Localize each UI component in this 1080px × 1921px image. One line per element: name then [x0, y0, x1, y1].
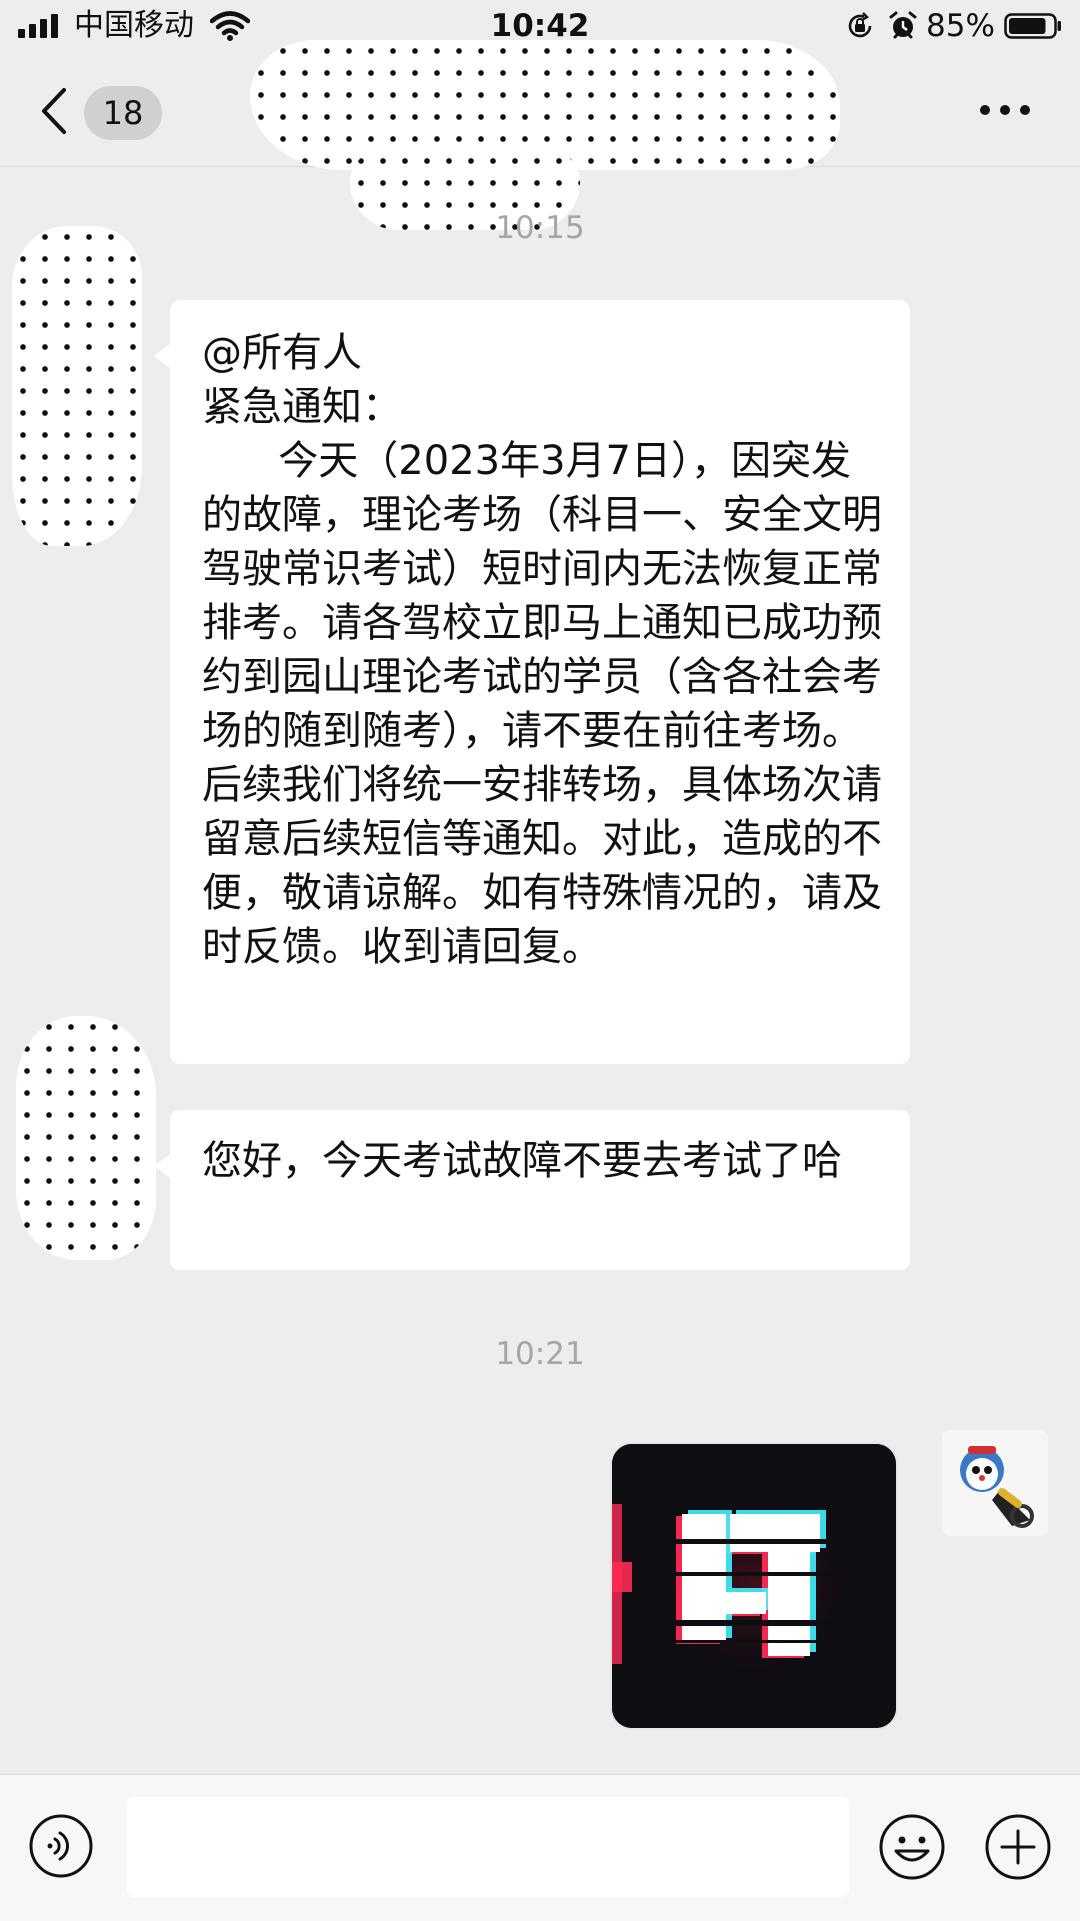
glitch-sticker-image — [612, 1444, 896, 1728]
emoji-icon[interactable] — [878, 1813, 946, 1881]
message-bubble[interactable]: @所有人 紧急通知： 今天（2023年3月7日），因突发的故障，理论考场（科目一… — [154, 300, 910, 1064]
message-timestamp: 10:21 — [495, 1336, 585, 1372]
image-message[interactable] — [610, 1442, 898, 1730]
more-dots-icon[interactable] — [980, 102, 1032, 118]
battery-percent: 85% — [926, 8, 995, 44]
message-timestamp: 10:15 — [495, 210, 585, 246]
plus-icon[interactable] — [984, 1813, 1052, 1881]
unread-count-badge[interactable]: 18 — [84, 86, 162, 140]
self-avatar[interactable] — [942, 1430, 1048, 1536]
message-text: 您好，今天考试故障不要去考试了哈 — [202, 1138, 842, 1184]
orientation-lock-icon — [848, 12, 872, 38]
alarm-icon — [889, 11, 917, 39]
carrier-name: 中国移动 — [74, 8, 194, 43]
voice-icon[interactable] — [28, 1813, 94, 1879]
signal-icon — [18, 14, 62, 38]
back-chevron-icon[interactable] — [36, 86, 72, 136]
message-bubble[interactable]: 您好，今天考试故障不要去考试了哈 — [154, 1110, 910, 1270]
cartoon-rider-avatar-icon — [942, 1430, 1048, 1536]
redacted-sender-avatar[interactable] — [16, 1016, 156, 1260]
message-input[interactable] — [126, 1797, 850, 1897]
message-text: @所有人 紧急通知： 今天（2023年3月7日），因突发的故障，理论考场（科目一… — [202, 330, 882, 970]
wifi-icon — [210, 11, 250, 41]
redacted-sender-avatar[interactable] — [12, 226, 142, 546]
chat-input-bar — [0, 1774, 1080, 1921]
battery-icon — [1004, 13, 1061, 39]
